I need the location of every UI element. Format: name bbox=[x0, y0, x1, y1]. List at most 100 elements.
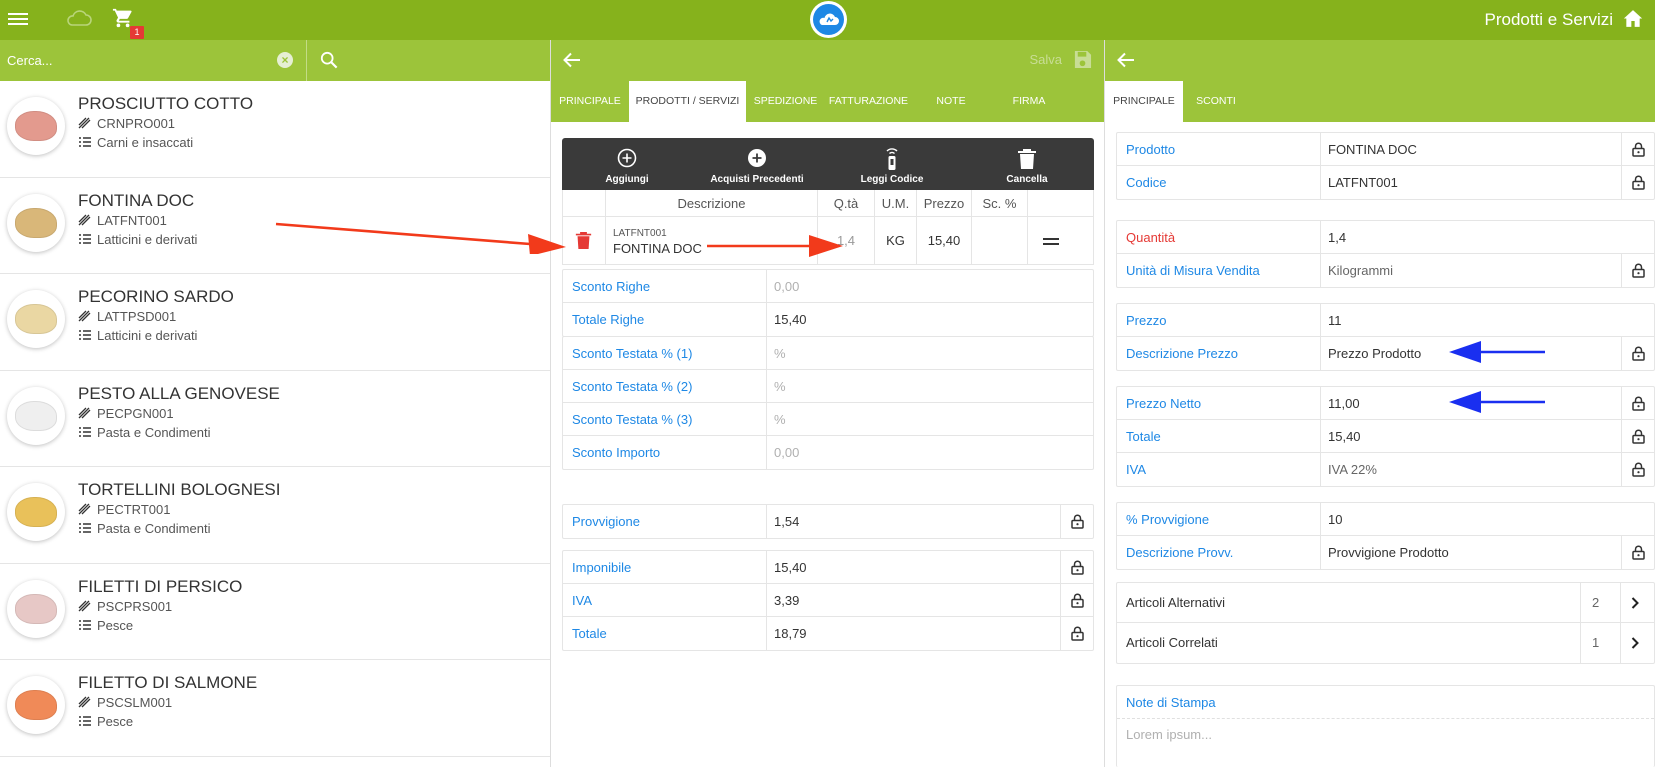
lock-button[interactable] bbox=[1621, 166, 1654, 199]
product-category-text: Latticini e derivati bbox=[97, 231, 198, 247]
header-quantity: Q.tà bbox=[817, 190, 874, 217]
form-row: Descrizione Prezzo Prezzo Prodotto bbox=[1117, 337, 1654, 370]
field-value[interactable]: 11,00 bbox=[1328, 387, 1360, 420]
row-handle-cell bbox=[1027, 217, 1093, 264]
tab-sconti[interactable]: SCONTI bbox=[1183, 81, 1249, 122]
sconto-testata-1-input[interactable]: % bbox=[774, 337, 786, 370]
tab-firma[interactable]: FIRMA bbox=[990, 81, 1068, 122]
previous-purchases-button[interactable]: Acquisti Precedenti bbox=[692, 138, 822, 190]
field-label: Totale Righe bbox=[572, 312, 645, 327]
barcode-icon bbox=[78, 117, 91, 129]
list-icon bbox=[79, 716, 91, 726]
chevron-right-icon[interactable] bbox=[1631, 637, 1640, 649]
field-label: Sconto Testata % (2) bbox=[572, 379, 693, 394]
tab-principale[interactable]: PRINCIPALE bbox=[1105, 81, 1183, 122]
search-icon[interactable] bbox=[320, 51, 338, 69]
field-value[interactable]: 10 bbox=[1328, 503, 1342, 536]
product-name: PESTO ALLA GENOVESE bbox=[78, 383, 280, 403]
field-label: Imponibile bbox=[572, 560, 632, 575]
list-item[interactable]: FILETTI DI PERSICO PSCPRS001 Pesce bbox=[0, 564, 550, 660]
field-value[interactable]: 11 bbox=[1328, 304, 1342, 337]
lock-button[interactable] bbox=[1060, 505, 1093, 538]
list-item[interactable]: PESTO ALLA GENOVESE PECPGN001 Pasta e Cond… bbox=[0, 371, 550, 467]
chevron-right-icon[interactable] bbox=[1631, 597, 1640, 609]
tab-spedizione[interactable]: SPEDIZIONE bbox=[746, 81, 825, 122]
product-code: LATFNT001 bbox=[78, 213, 167, 228]
tab-prodotti-servizi[interactable]: PRODOTTI / SERVIZI bbox=[629, 81, 746, 122]
back-arrow-icon[interactable] bbox=[563, 52, 581, 68]
field-label: Codice bbox=[1126, 175, 1167, 190]
product-thumbnail bbox=[7, 676, 65, 734]
lock-button[interactable] bbox=[1621, 133, 1654, 165]
sconto-righe-value[interactable]: 0,00 bbox=[774, 270, 799, 303]
drag-handle-icon[interactable] bbox=[1043, 238, 1059, 248]
field-value[interactable]: Prezzo Prodotto bbox=[1328, 337, 1421, 370]
lock-icon bbox=[1632, 429, 1645, 444]
annotation-arrow-blue bbox=[1449, 391, 1545, 413]
barcode-icon bbox=[78, 696, 91, 708]
field-divider bbox=[766, 370, 767, 402]
field-value[interactable]: 1,4 bbox=[1328, 221, 1346, 254]
home-icon[interactable] bbox=[1623, 9, 1643, 28]
row-toolbar: Aggiungi Acquisti Precedenti Leggi Codic… bbox=[562, 138, 1094, 190]
field-value[interactable]: IVA 22% bbox=[1328, 453, 1377, 486]
lock-button[interactable] bbox=[1060, 584, 1093, 616]
article-link-row[interactable]: Articoli Correlati 1 bbox=[1117, 623, 1654, 663]
field-value[interactable]: Kilogrammi bbox=[1328, 254, 1393, 287]
field-value[interactable]: Provvigione Prodotto bbox=[1328, 536, 1449, 569]
notes-textarea[interactable]: Lorem ipsum... bbox=[1117, 719, 1654, 767]
lock-button[interactable] bbox=[1060, 617, 1093, 650]
menu-icon[interactable] bbox=[8, 10, 28, 28]
lock-button[interactable] bbox=[1621, 536, 1654, 569]
sconto-testata-2-input[interactable]: % bbox=[774, 370, 786, 403]
product-thumbnail bbox=[7, 193, 65, 252]
read-code-button[interactable]: Leggi Codice bbox=[837, 138, 947, 190]
lock-icon bbox=[1632, 175, 1645, 190]
lock-button[interactable] bbox=[1621, 254, 1654, 287]
back-arrow-icon[interactable] bbox=[1117, 52, 1135, 68]
form-row: Totale 15,40 bbox=[1117, 420, 1654, 453]
add-button[interactable]: Aggiungi bbox=[582, 138, 672, 190]
article-link-row[interactable]: Articoli Alternativi 2 bbox=[1117, 583, 1654, 623]
field-value[interactable]: FONTINA DOC bbox=[1328, 133, 1417, 166]
list-item[interactable]: PECORINO SARDO LATTPSD001 Latticini e deri… bbox=[0, 274, 550, 371]
delete-row-icon[interactable] bbox=[575, 231, 592, 250]
barcode-icon bbox=[78, 214, 91, 225]
sconto-importo-input[interactable]: 0,00 bbox=[774, 436, 799, 469]
list-item[interactable]: FILETTO DI SALMONE PSCSLM001 Pesce bbox=[0, 660, 550, 757]
field-label: % Provvigione bbox=[1126, 512, 1210, 527]
cloud-icon[interactable] bbox=[66, 9, 92, 27]
lock-icon bbox=[1071, 593, 1084, 608]
list-item[interactable]: TORTELLINI BOLOGNESI PECTRT001 Pasta e Con… bbox=[0, 467, 550, 564]
lock-button[interactable] bbox=[1621, 337, 1654, 370]
lock-icon bbox=[1632, 142, 1645, 157]
tab-note[interactable]: NOTE bbox=[912, 81, 990, 122]
detail-group-quantity: Quantità 1,4 Unità di Misura Vendita Kilogr… bbox=[1116, 220, 1655, 288]
search-divider bbox=[306, 40, 307, 81]
product-name: PROSCIUTTO COTTO bbox=[78, 94, 254, 113]
product-code: CRNPRO001 bbox=[78, 116, 175, 131]
detail-tabs: PRINCIPALE SCONTI bbox=[1105, 81, 1655, 122]
product-image bbox=[15, 690, 57, 720]
form-row-sconto-righe: Sconto Righe 0,00 bbox=[563, 270, 1093, 303]
tab-fatturazione[interactable]: FATTURAZIONE bbox=[825, 81, 912, 122]
delete-button[interactable]: Cancella bbox=[972, 138, 1082, 190]
lock-button[interactable] bbox=[1621, 387, 1654, 419]
list-item[interactable]: PROSCIUTTO COTTO CRNPRO001 Carni e insacca… bbox=[0, 81, 550, 178]
lock-icon bbox=[1632, 263, 1645, 278]
lock-button[interactable] bbox=[1621, 420, 1654, 452]
save-icon[interactable] bbox=[1073, 50, 1092, 69]
clear-search-icon[interactable]: × bbox=[277, 52, 293, 68]
field-value[interactable]: LATFNT001 bbox=[1328, 166, 1398, 199]
lock-button[interactable] bbox=[1060, 551, 1093, 583]
lock-button[interactable] bbox=[1621, 453, 1654, 486]
sconto-testata-3-input[interactable]: % bbox=[774, 403, 786, 436]
search-input[interactable] bbox=[0, 40, 306, 81]
field-value[interactable]: 15,40 bbox=[1328, 420, 1361, 453]
tab-principale[interactable]: PRINCIPALE bbox=[551, 81, 629, 122]
previous-purchases-label: Acquisti Precedenti bbox=[710, 174, 804, 185]
save-button-label[interactable]: Salva bbox=[1029, 52, 1062, 67]
product-name: FILETTO DI SALMONE bbox=[78, 673, 258, 692]
product-category: Carni e insaccati bbox=[78, 135, 193, 150]
detail-header-bar bbox=[1105, 40, 1655, 81]
